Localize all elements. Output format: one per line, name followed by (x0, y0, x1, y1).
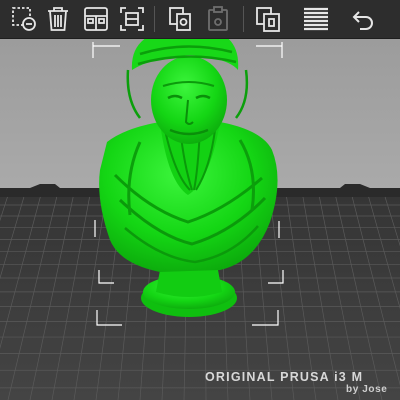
paste-icon[interactable] (202, 3, 234, 35)
layers-icon[interactable] (300, 3, 332, 35)
bed-label-author: by Jose (346, 384, 388, 395)
delete-icon[interactable] (42, 3, 74, 35)
bed-label-printer: ORIGINAL PRUSA i3 M (205, 370, 364, 384)
toolbar-separator (243, 6, 244, 32)
3d-viewport[interactable]: ORIGINAL PRUSA i3 M by Jose (0, 39, 400, 400)
instances-icon[interactable] (252, 3, 284, 35)
toolbar (0, 0, 400, 39)
toolbar-separator (154, 6, 155, 32)
undo-icon[interactable] (346, 3, 378, 35)
select-all-icon[interactable] (116, 3, 148, 35)
scene-canvas[interactable] (0, 39, 400, 400)
copy-icon[interactable] (164, 3, 196, 35)
add-icon[interactable] (8, 3, 40, 35)
arrange-icon[interactable] (80, 3, 112, 35)
